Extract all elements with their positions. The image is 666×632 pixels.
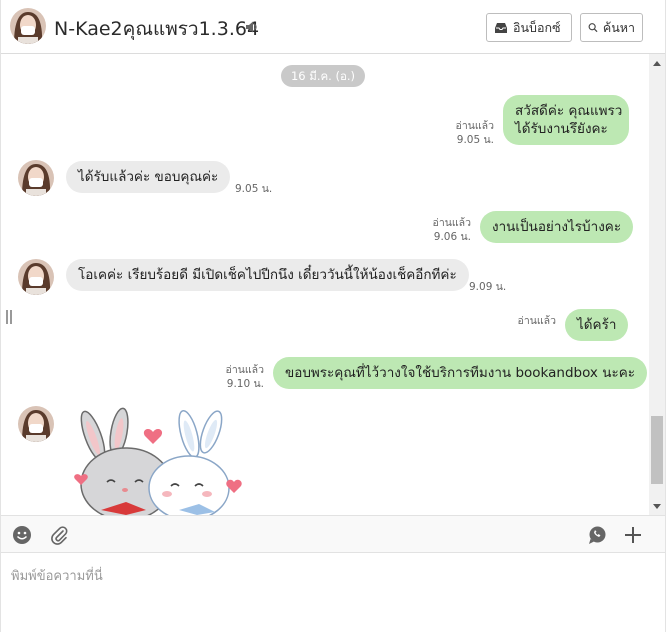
message-time: 9.09 น. xyxy=(469,281,507,293)
message-input[interactable] xyxy=(1,553,665,632)
message-text: ได้รับแล้วค่ะ ขอบคุณค่ะ xyxy=(78,169,219,185)
message-text: สวัสดีค่ะ คุณแพรว xyxy=(515,103,623,119)
chat-scrollbar[interactable] xyxy=(649,54,665,515)
message-time: 9.05 น. xyxy=(235,183,273,195)
search-button-label: ค้นหา xyxy=(602,19,635,35)
inbox-button[interactable]: อินบ็อกซ์ xyxy=(486,13,572,42)
emoji-button[interactable] xyxy=(11,524,33,546)
search-button[interactable]: ค้นหา xyxy=(580,13,643,42)
message-meta: อ่านแล้ว 9.05 น. xyxy=(456,119,494,147)
chat-window: N-Kae2คุณแพรว1.3.64 อินบ็อกซ์ ค้นหา 16 ม… xyxy=(0,0,666,632)
plus-icon xyxy=(625,527,641,543)
search-icon xyxy=(588,23,598,33)
message-bubble-outgoing[interactable]: ได้คร้า xyxy=(565,309,629,341)
message-text: งานเป็นอย่างไรบ้างคะ xyxy=(492,219,622,235)
resize-handle[interactable] xyxy=(6,310,12,324)
message-time: 9.06 น. xyxy=(433,231,471,243)
message-meta: อ่านแล้ว 9.10 น. xyxy=(226,363,264,391)
scrollbar-thumb[interactable] xyxy=(651,416,663,484)
message-list[interactable]: 16 มี.ค. (อ.) อ่านแล้ว 9.05 น. สวัสดีค่ะ… xyxy=(1,54,665,515)
message-text: ขอบพระคุณที่ไว้วางใจใช้บริการทีมงาน book… xyxy=(285,365,635,381)
inbox-icon xyxy=(495,22,507,33)
quick-reply-button[interactable] xyxy=(586,524,608,546)
read-receipt: อ่านแล้ว xyxy=(455,120,494,132)
message-bubble-outgoing[interactable]: สวัสดีค่ะ คุณแพรว ได้รับงานรึยังคะ xyxy=(503,95,629,145)
message-bubble-outgoing[interactable]: งานเป็นอย่างไรบ้างคะ xyxy=(480,211,634,243)
message-text: ได้คร้า xyxy=(577,317,617,333)
composer-toolbar xyxy=(1,515,665,553)
contact-avatar[interactable] xyxy=(18,259,54,295)
message-time: 9.05 น. xyxy=(456,134,494,146)
read-receipt: อ่านแล้ว xyxy=(517,315,556,327)
add-button[interactable] xyxy=(622,524,644,546)
bunny-hug-sticker[interactable] xyxy=(71,406,251,515)
message-bubble-incoming[interactable]: โอเคค่ะ เรียบร้อยดี มีเปิดเช็คไปปีกนึง เ… xyxy=(66,259,469,291)
emoji-icon xyxy=(13,526,31,544)
message-time: 9.10 น. xyxy=(226,378,264,390)
message-text: โอเคค่ะ เรียบร้อยดี มีเปิดเช็คไปปีกนึง เ… xyxy=(78,267,457,283)
date-separator: 16 มี.ค. (อ.) xyxy=(281,65,365,87)
contact-avatar[interactable] xyxy=(10,8,46,44)
scroll-down-arrow-icon[interactable] xyxy=(653,504,661,509)
chat-title: N-Kae2คุณแพรว1.3.64 xyxy=(54,18,260,40)
read-receipt: อ่านแล้ว xyxy=(432,217,471,229)
speaker-icon[interactable] xyxy=(244,19,260,35)
contact-avatar[interactable] xyxy=(18,160,54,196)
chat-header: N-Kae2คุณแพรว1.3.64 อินบ็อกซ์ ค้นหา xyxy=(1,0,665,54)
message-meta: อ่านแล้ว 9.06 น. xyxy=(433,216,471,244)
attach-button[interactable] xyxy=(48,524,70,546)
message-composer xyxy=(1,553,665,632)
inbox-button-label: อินบ็อกซ์ xyxy=(513,19,561,35)
read-receipt: อ่านแล้ว xyxy=(225,364,264,376)
contact-avatar[interactable] xyxy=(18,406,54,442)
chat-bubble-icon xyxy=(589,526,606,544)
scroll-up-arrow-icon[interactable] xyxy=(653,61,661,66)
message-bubble-incoming[interactable]: ได้รับแล้วค่ะ ขอบคุณค่ะ xyxy=(66,161,231,193)
message-text: ได้รับงานรึยังคะ xyxy=(515,121,608,137)
message-bubble-outgoing[interactable]: ขอบพระคุณที่ไว้วางใจใช้บริการทีมงาน book… xyxy=(273,357,647,389)
paperclip-icon xyxy=(51,526,68,545)
